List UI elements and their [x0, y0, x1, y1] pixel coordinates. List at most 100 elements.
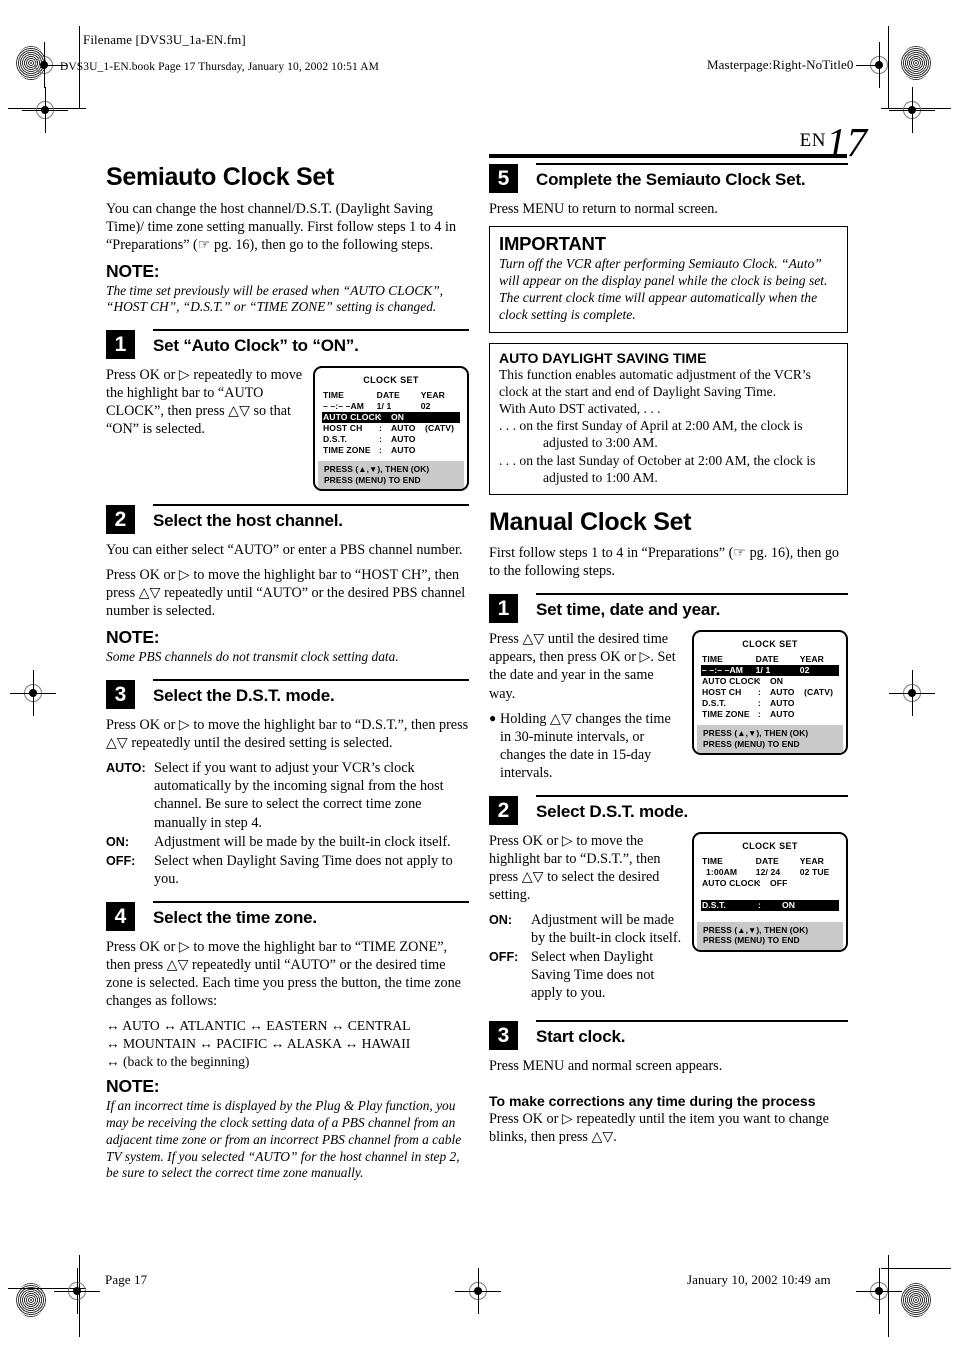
osd-value-year: 02	[420, 401, 431, 412]
definition-desc: Adjustment will be made by the built-in …	[531, 911, 682, 946]
step-header-semiauto-5: 5 Complete the Semiauto Clock Set.	[489, 163, 848, 193]
auto-dst-bullet-1-cont: adjusted to 3:00 AM.	[543, 435, 658, 451]
filename-label: Filename [DVS3U_1a-EN.fm]	[83, 32, 246, 47]
osd-footer: PRESS (▲,▼), THEN (OK) PRESS (MENU) TO E…	[318, 461, 464, 490]
manual-step1-text: Press △▽ until the desired time appears,…	[489, 631, 676, 702]
step-header-manual-3: 3 Start clock.	[489, 1019, 848, 1050]
step-number-badge: 2	[489, 795, 518, 825]
osd-value-row-highlighted: – –:– –AM 1/ 1 02	[701, 665, 839, 677]
osd-row-sep: :	[379, 412, 382, 423]
osd-row-auto-clock-highlighted: AUTO CLOCK : ON	[322, 412, 460, 424]
section-title-semiauto: Semiauto Clock Set	[106, 163, 334, 191]
step2-text-2: Press OK or ▷ to move the highlight bar …	[106, 567, 466, 620]
bookline-label: DVS3U_1-EN.book Page 17 Thursday, Januar…	[60, 61, 379, 73]
step-number-badge: 1	[489, 594, 518, 624]
osd-row-dst-highlighted: D.S.T. : ON	[701, 899, 839, 911]
step-rule	[153, 329, 469, 332]
step5-text: Press MENU to return to normal screen.	[489, 201, 718, 217]
auto-dst-line-1: This function enables automatic adjustme…	[499, 366, 811, 400]
step-header-semiauto-3: 3 Select the D.S.T. mode.	[106, 678, 469, 709]
auto-dst-bullet-2-text: . . . on the last Sunday of October at 2…	[499, 452, 816, 468]
definition-row: AUTO: Select if you want to adjust your …	[106, 759, 469, 832]
registration-mark-left-lower	[54, 1268, 100, 1314]
osd-footer-line1: PRESS (▲,▼), THEN (OK)	[324, 464, 430, 475]
step-rule	[536, 1019, 848, 1022]
osd-blank-row	[702, 889, 838, 900]
semiauto-intro: You can change the host channel/D.S.T. (…	[106, 200, 457, 253]
step-header-semiauto-1: 1 Set “Auto Clock” to “ON”.	[106, 329, 469, 360]
definition-term: ON:	[489, 912, 513, 927]
osd-row-value: AUTO	[391, 423, 416, 434]
manual-step2-text: Press OK or ▷ to move the highlight bar …	[489, 832, 661, 903]
step-number-badge: 2	[106, 505, 135, 535]
osd-head-date: DATE	[376, 390, 400, 401]
manual-step2-content: Press OK or ▷ to move the highlight bar …	[489, 831, 848, 1007]
definition-desc: Adjustment will be made by the built-in …	[154, 833, 451, 850]
registration-dot-top-right	[901, 46, 931, 80]
step1-text: Press OK or ▷ repeatedly to move the hig…	[106, 367, 303, 438]
step-number-badge: 1	[106, 330, 135, 360]
osd-row-value: AUTO	[770, 709, 795, 720]
osd-row-label: D.S.T.	[323, 434, 347, 445]
definition-row: ON: Adjustment will be made by the built…	[489, 911, 682, 947]
osd-head-date: DATE	[755, 855, 779, 866]
step4-text: Press OK or ▷ to move the highlight bar …	[106, 939, 461, 1010]
auto-dst-heading: AUTO DAYLIGHT SAVING TIME	[499, 349, 707, 366]
step-title: Set “Auto Clock” to “ON”.	[153, 336, 359, 356]
osd-header-row: TIME DATE YEAR	[323, 390, 459, 401]
osd-footer: PRESS (▲,▼), THEN (OK) PRESS (MENU) TO E…	[697, 921, 843, 950]
corrections-text: Press OK or ▷ repeatedly until the item …	[489, 1110, 829, 1145]
definition-term: OFF:	[106, 853, 136, 868]
osd-value-row: 1:00AM 12/ 24 02 TUE	[702, 867, 838, 878]
osd-head-date: DATE	[755, 654, 779, 665]
osd-value-time: – –:– –AM	[323, 401, 365, 412]
registration-mark-top-right	[856, 42, 892, 88]
osd-row-value: AUTO	[391, 434, 416, 445]
osd-title: CLOCK SET	[742, 639, 798, 650]
step-number-badge: 3	[106, 679, 135, 709]
osd-footer-line1: PRESS (▲,▼), THEN (OK)	[703, 728, 809, 739]
important-text: Turn off the VCR after performing Semiau…	[499, 256, 828, 322]
step3-text: Press OK or ▷ to move the highlight bar …	[106, 716, 469, 751]
language-code: EN	[799, 130, 826, 151]
auto-dst-bullet-1-text: . . . on the first Sunday of April at 2:…	[499, 418, 803, 434]
step2-text-1: You can either select “AUTO” or enter a …	[106, 542, 463, 559]
osd-row-label: TIME ZONE	[702, 709, 750, 720]
step-title: Select D.S.T. mode.	[536, 801, 689, 821]
osd-head-year: YEAR	[799, 855, 824, 866]
manual-step1-bullet-text: Holding △▽ changes the time in 30-minute…	[500, 710, 671, 781]
osd-row-label: HOST CH	[323, 423, 363, 434]
osd-value-year: 02 TUE	[799, 866, 830, 877]
definition-row: OFF: Select when Daylight Saving Time do…	[106, 852, 469, 888]
osd-blank-row	[702, 911, 838, 917]
definition-desc: Select when Daylight Saving Time does no…	[531, 949, 655, 1002]
definition-desc: Select if you want to adjust your VCR’s …	[154, 760, 444, 831]
manual-step2-definition-list: ON: Adjustment will be made by the built…	[489, 911, 682, 1003]
note-text-1: The time set previously will be erased w…	[106, 282, 444, 315]
time-zone-line-2: ↔ MOUNTAIN ↔ PACIFIC ↔ ALASKA ↔ HAWAII	[106, 1036, 411, 1052]
registration-mark-right-lower	[856, 1268, 902, 1314]
osd-title: CLOCK SET	[363, 375, 419, 386]
auto-dst-bullet-2-cont: adjusted to 1:00 AM.	[543, 469, 658, 485]
step1-content: Press OK or ▷ repeatedly to move the hig…	[106, 366, 469, 492]
osd-row-sep: :	[758, 877, 761, 888]
registration-mark-top-left	[31, 42, 67, 88]
manual-intro: First follow steps 1 to 4 in “Preparatio…	[489, 545, 840, 580]
page-number: 17	[826, 119, 867, 165]
osd-row-sep: :	[758, 899, 761, 910]
osd-row-dst: D.S.T. : AUTO	[702, 698, 838, 709]
step-number-badge: 5	[489, 164, 518, 193]
osd-row-value: ON	[770, 676, 784, 687]
definition-term: OFF:	[489, 950, 519, 965]
osd-head-year: YEAR	[799, 654, 824, 665]
osd-footer-line2: PRESS (MENU) TO END	[703, 935, 800, 946]
manual-step3-text: Press MENU and normal screen appears.	[489, 1057, 723, 1074]
step-rule	[153, 901, 469, 904]
osd-row-value: ON	[391, 412, 405, 423]
osd-row-label: D.S.T.	[702, 698, 726, 709]
page-header-number: EN17	[737, 118, 867, 166]
step-rule	[536, 593, 848, 596]
osd-head-time: TIME	[702, 654, 723, 665]
osd-value-time: – –:– –AM	[702, 665, 744, 676]
auto-dst-line-2: With Auto DST activated, . . .	[499, 401, 661, 417]
